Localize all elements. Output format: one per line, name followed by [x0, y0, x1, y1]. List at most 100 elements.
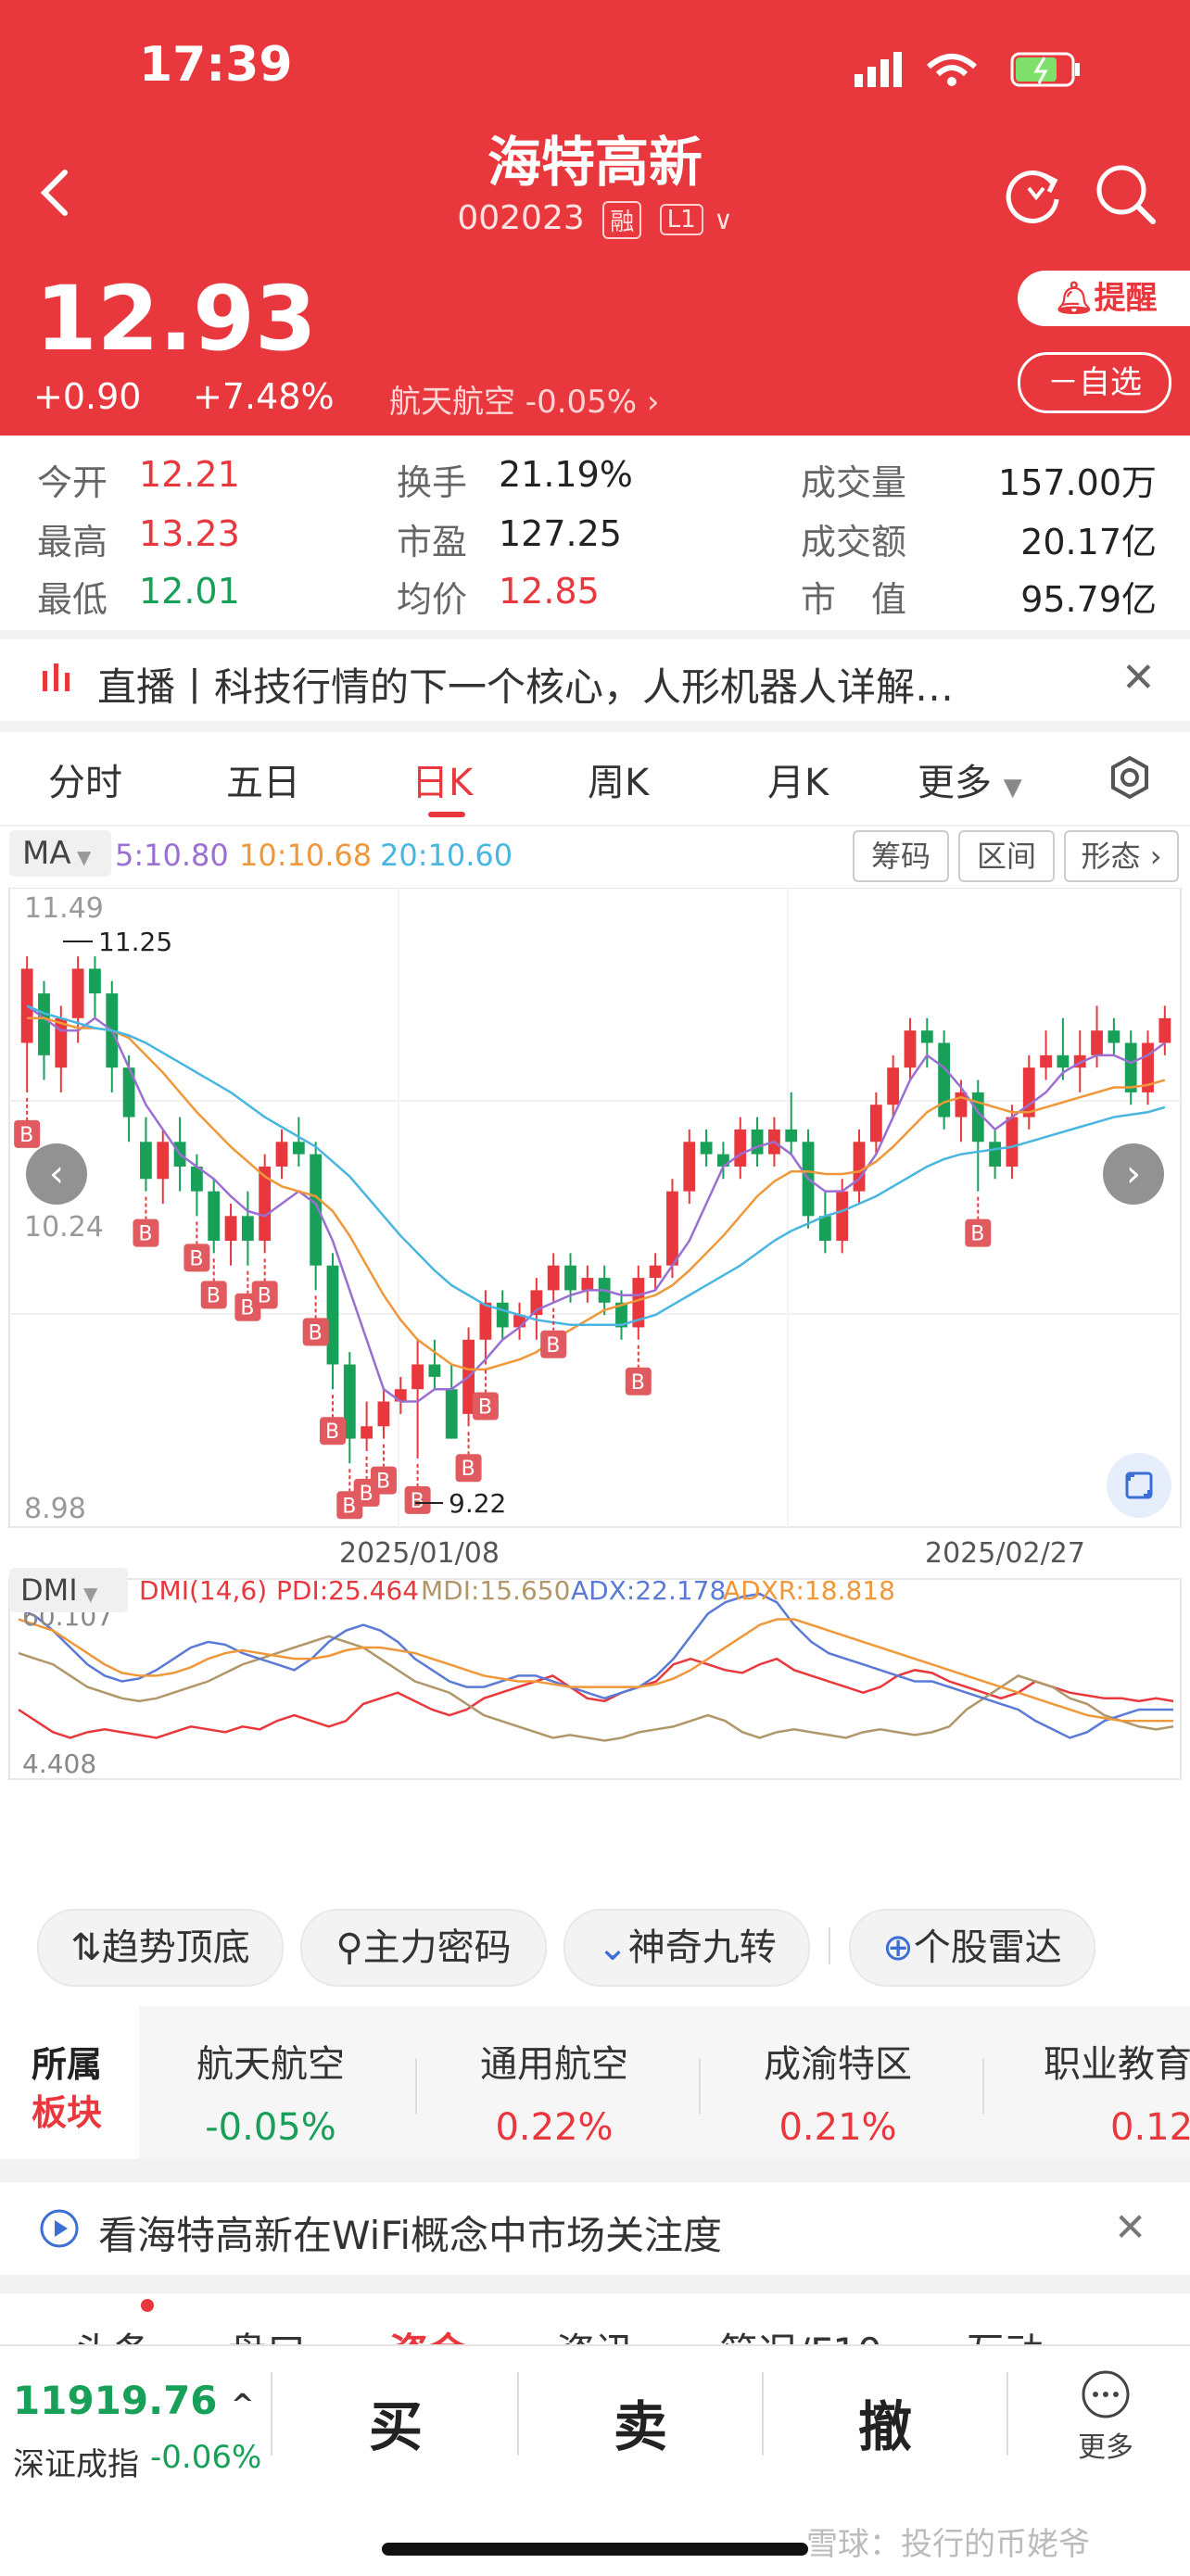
- sector-title-block: 所属 板块: [0, 2006, 139, 2159]
- buy-marker-label: B: [325, 1421, 339, 1444]
- sector-item[interactable]: 通用航空 0.22%: [424, 2034, 684, 2149]
- index-value[interactable]: 11919.76 ^: [13, 2378, 254, 2423]
- candle-body: [683, 1142, 696, 1192]
- candle-body: [292, 1142, 305, 1155]
- svg-text:11.25: 11.25: [98, 927, 172, 957]
- sell-button[interactable]: 卖: [614, 2383, 667, 2461]
- candle-body: [818, 1216, 831, 1242]
- ma-selector[interactable]: MA ▼: [9, 830, 111, 877]
- main-force-button[interactable]: ⚲主力密码: [300, 1909, 547, 1987]
- range-button[interactable]: 区间: [958, 830, 1055, 882]
- close-icon[interactable]: ✕: [1114, 2204, 1146, 2250]
- buy-marker-label: B: [309, 1321, 323, 1345]
- buy-button[interactable]: 买: [369, 2383, 423, 2461]
- concept-text: 看海特高新在WiFi概念中市场关注度: [98, 2213, 723, 2258]
- buy-marker-label: B: [138, 1223, 152, 1246]
- trend-top-bottom-button[interactable]: ⇅趋势顶底: [37, 1909, 284, 1987]
- mcap-label: 市 值: [801, 579, 907, 620]
- candle-body: [445, 1389, 458, 1439]
- settings-button[interactable]: [1107, 754, 1153, 804]
- watermark: 雪球：投行的币姥爷: [806, 2526, 1090, 2563]
- level-tag: L1: [659, 204, 703, 235]
- candle-body: [157, 1142, 170, 1180]
- tab-daily-k[interactable]: 日K: [411, 752, 473, 806]
- caret-down-icon: ▼: [1003, 774, 1022, 802]
- sector-name: 航天航空: [196, 2043, 345, 2086]
- sector-item[interactable]: 航天航空 -0.05%: [141, 2034, 400, 2149]
- dmi-pdi: PDI:25.464: [276, 1575, 420, 1606]
- tab-five-day[interactable]: 五日: [226, 752, 300, 806]
- close-icon[interactable]: ✕: [1121, 654, 1156, 701]
- sector-pct: 0.21%: [779, 2106, 897, 2149]
- buy-marker-label: B: [631, 1371, 645, 1395]
- caret-down-icon: ▼: [70, 846, 92, 868]
- volume-label: 成交量: [801, 462, 907, 503]
- candle-body: [1108, 1030, 1120, 1043]
- candle-body: [1091, 1030, 1103, 1055]
- candle-body: [1057, 1054, 1070, 1068]
- chevron-left-icon: ‹: [49, 1153, 64, 1195]
- more-button[interactable]: 更多: [1064, 2368, 1147, 2465]
- tab-weekly-k[interactable]: 周K: [588, 752, 649, 806]
- sector-item[interactable]: 成渝特区 0.21%: [708, 2034, 968, 2149]
- refresh-button[interactable]: [1001, 162, 1066, 231]
- turnover-value: 21.19%: [499, 454, 633, 495]
- divider: [829, 1927, 830, 1964]
- price-change-pct: +7.48%: [193, 376, 335, 417]
- radar-icon: ⊕: [882, 1926, 914, 1969]
- open-value: 12.21: [139, 454, 240, 495]
- fullscreen-button[interactable]: [1107, 1453, 1171, 1518]
- index-pct: -0.06%: [150, 2439, 262, 2476]
- sector-name: 成渝特区: [764, 2043, 912, 2086]
- search-button[interactable]: [1094, 162, 1158, 231]
- avg-value: 12.85: [499, 571, 600, 612]
- x-label-2: 2025/02/27: [925, 1537, 1085, 1570]
- dmi-label: DMI: [20, 1572, 78, 1608]
- buy-marker-label: B: [189, 1247, 203, 1270]
- candle-body: [904, 1030, 917, 1068]
- chip-distribution-button[interactable]: 筹码: [853, 830, 949, 882]
- signal-icon: [855, 52, 1080, 87]
- ma-label: MA: [22, 835, 71, 872]
- kline-chart: 11.49 10.24 8.98 BBBBBBBBBBBBBBBBB 11.25…: [8, 888, 1182, 1780]
- divider: [517, 2372, 519, 2456]
- dmi-params: DMI(14,6): [139, 1575, 268, 1606]
- tab-more[interactable]: 更多 ▼: [918, 752, 1022, 806]
- live-text: 直播丨科技行情的下一个核心，人形机器人详解…: [97, 664, 955, 710]
- candle-body: [700, 1142, 713, 1155]
- candle-body: [751, 1129, 764, 1155]
- index-value-text: 11919.76: [13, 2378, 218, 2423]
- caret-up-icon: ^: [231, 2389, 255, 2421]
- volume-value: 157.00万: [998, 462, 1157, 503]
- candle-body: [411, 1364, 424, 1390]
- dmi-selector[interactable]: DMI ▼: [9, 1568, 128, 1612]
- candle-body: [241, 1216, 254, 1242]
- chart-next-button[interactable]: ›: [1103, 1143, 1164, 1205]
- chart-prev-button[interactable]: ‹: [26, 1143, 87, 1205]
- pattern-label: 形态: [1081, 839, 1141, 874]
- live-banner[interactable]: 直播丨科技行情的下一个核心，人形机器人详解… ✕: [0, 639, 1190, 721]
- sector-item[interactable]: 职业教育 0.12%: [999, 2034, 1190, 2149]
- stock-header: 17:39 海特高新 002023 融 L1 ∨ 12.93 +0.90 +7.…: [0, 0, 1190, 436]
- add-watchlist-button[interactable]: －自选: [1018, 352, 1171, 413]
- pattern-button[interactable]: 形态 ›: [1064, 830, 1179, 882]
- tab-monthly-k[interactable]: 月K: [767, 752, 829, 806]
- concept-banner[interactable]: 看海特高新在WiFi概念中市场关注度 ✕: [0, 2182, 1190, 2275]
- buy-marker-label: B: [411, 1490, 424, 1513]
- remind-button[interactable]: 🔔︎提醒: [1018, 271, 1190, 326]
- magic-nine-button[interactable]: ⌄神奇九转: [563, 1909, 810, 1987]
- dmi-mdi: MDI:15.650: [421, 1575, 571, 1606]
- tab-intraday[interactable]: 分时: [48, 752, 122, 806]
- stock-radar-button[interactable]: ⊕个股雷达: [849, 1909, 1095, 1987]
- tool-label: 个股雷达: [913, 1926, 1062, 1969]
- buy-marker-label: B: [19, 1124, 33, 1147]
- pdi-line: [18, 1657, 1174, 1739]
- x-label-1: 2025/01/08: [339, 1537, 500, 1570]
- chart-tabs: 分时 五日 日K 周K 月K 更多 ▼: [0, 732, 1190, 827]
- amount-label: 成交额: [801, 522, 907, 562]
- divider: [699, 2058, 701, 2114]
- buy-marker-label: B: [258, 1284, 272, 1307]
- cancel-order-button[interactable]: 撤: [858, 2383, 912, 2461]
- sector-link[interactable]: 航天航空 -0.05% ›: [389, 376, 660, 422]
- candle-body: [785, 1129, 798, 1143]
